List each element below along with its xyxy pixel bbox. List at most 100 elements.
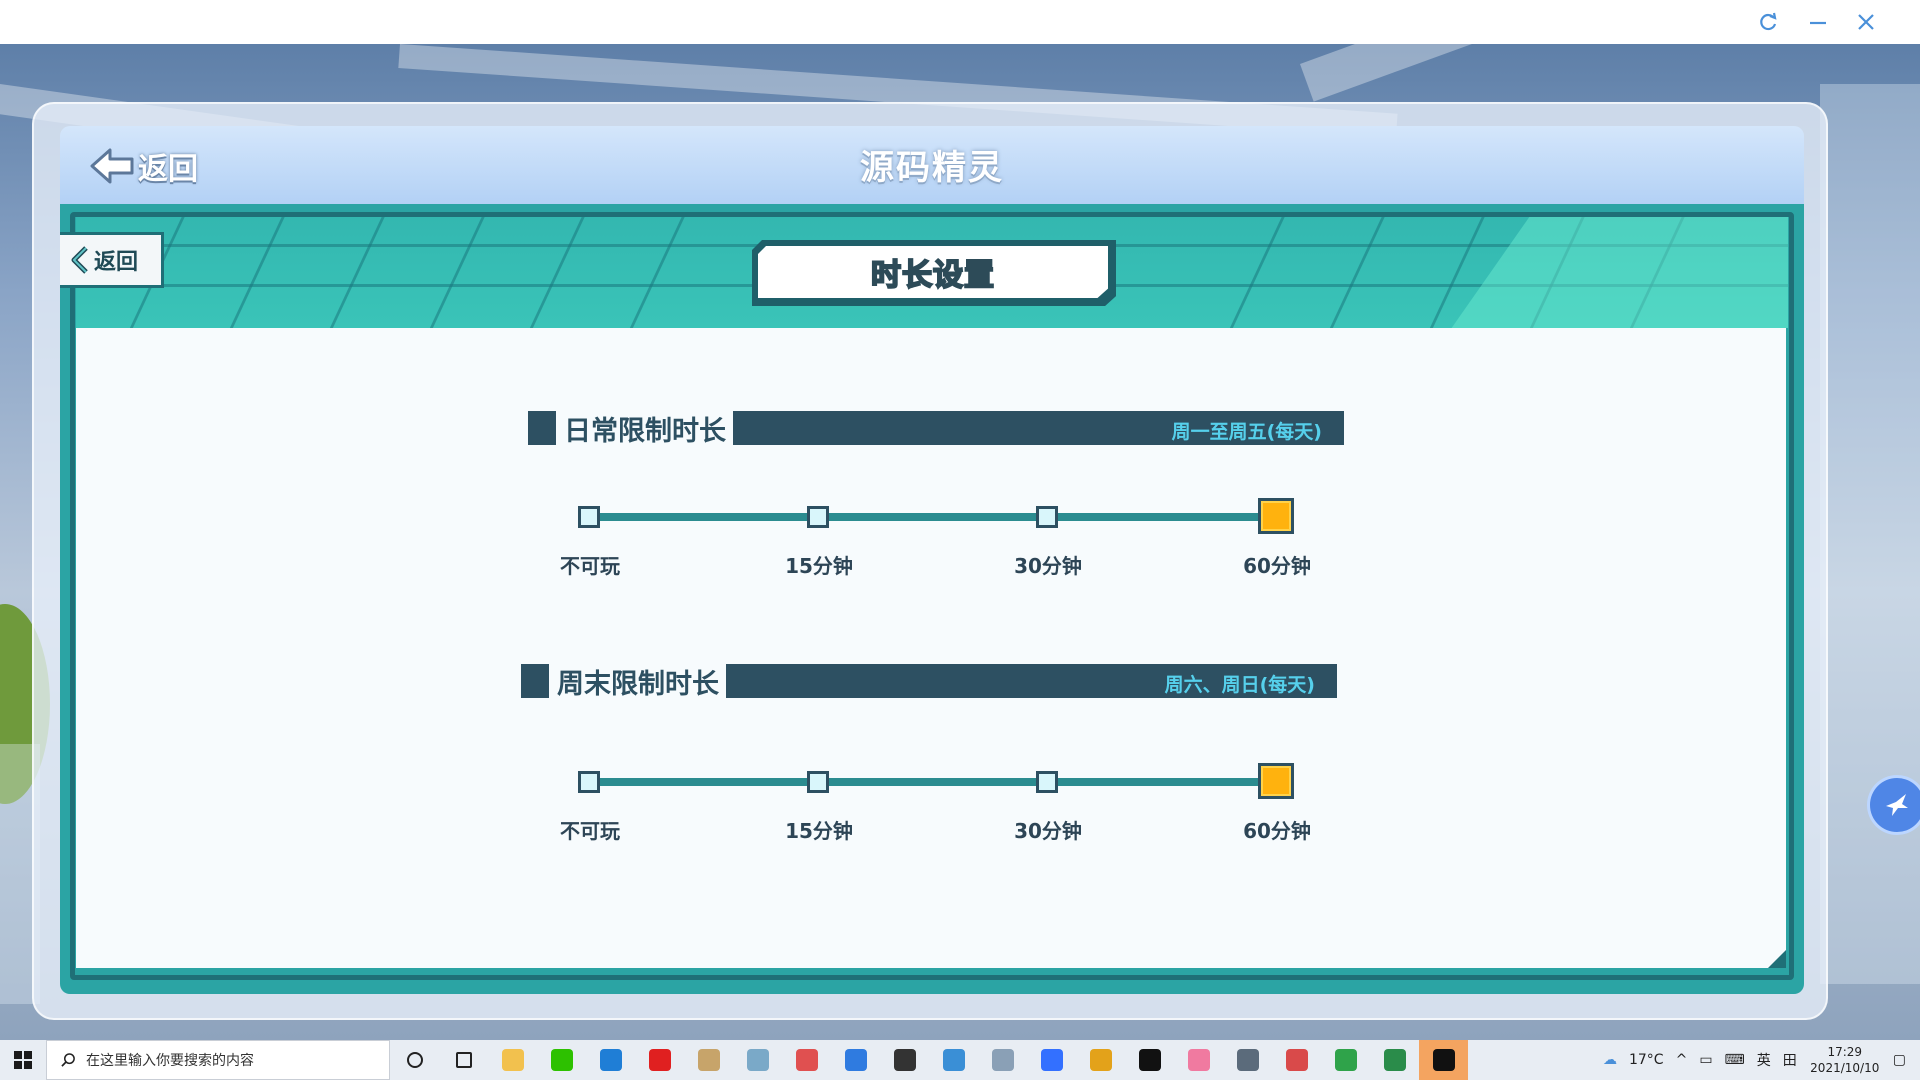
keyboard-icon[interactable]: ⌨ [1725, 1052, 1745, 1068]
paint-icon [697, 1049, 720, 1071]
option-label[interactable]: 15分钟 [759, 550, 879, 579]
settings-icon [893, 1049, 916, 1071]
windows-logo-icon [14, 1051, 32, 1069]
clock[interactable]: 17:29 2021/10/10 [1803, 1044, 1887, 1076]
taskbar-apps [390, 1040, 1468, 1080]
weather-temp[interactable]: 17°C [1629, 1052, 1664, 1068]
taskbar-app[interactable] [1076, 1040, 1125, 1080]
taskbar: 在这里输入你要搜索的内容 ☁ 17°C ^ ▭ ⌨ 英 田 17:29 2021… [0, 1040, 1920, 1080]
section-title-box: 时长设置 [758, 246, 1108, 298]
option-label[interactable]: 60分钟 [1217, 550, 1337, 579]
weekday-limit-header: 日常限制时长 周一至周五(每天) [528, 411, 1344, 447]
panel-back-label: 返回 [94, 250, 139, 275]
taskbar-app[interactable] [1027, 1040, 1076, 1080]
notes-icon [746, 1049, 769, 1071]
floating-assistant-button[interactable] [1870, 778, 1920, 832]
option-node-15min[interactable] [807, 506, 829, 528]
game-icon [1187, 1049, 1210, 1071]
remote-desktop-icon [942, 1049, 965, 1071]
panel-back-button[interactable]: 返回 [60, 232, 164, 288]
chrome-icon [1089, 1049, 1112, 1071]
ime-mode-icon[interactable]: 田 [1783, 1050, 1797, 1070]
search-placeholder: 在这里输入你要搜索的内容 [86, 1053, 254, 1069]
slider-track [590, 513, 1277, 521]
option-node-none[interactable] [578, 506, 600, 528]
weather-icon[interactable]: ☁ [1603, 1052, 1617, 1068]
taskbar-app[interactable] [929, 1040, 978, 1080]
bird-icon [1886, 794, 1908, 816]
clock-time: 17:29 [1827, 1045, 1863, 1059]
tray-expand-icon[interactable]: ^ [1676, 1052, 1688, 1068]
taskbar-app[interactable] [488, 1040, 537, 1080]
weekday-duration-slider[interactable]: 不可玩 15分钟 30分钟 60分钟 [560, 498, 1311, 582]
taskbar-search-box[interactable]: 在这里输入你要搜索的内容 [46, 1040, 390, 1080]
weekend-limit-days: 周六、周日(每天) [1164, 674, 1315, 696]
ime-indicator[interactable]: 英 [1757, 1050, 1771, 1070]
weekend-limit-header: 周末限制时长 周六、周日(每天) [521, 664, 1337, 700]
taskbar-app[interactable] [1174, 1040, 1223, 1080]
qq-icon [1432, 1049, 1455, 1071]
refresh-icon[interactable] [1750, 4, 1786, 40]
weekend-limit-label: 周末限制时长 [557, 669, 719, 700]
weekend-limit-bar: 周六、周日(每天) [726, 664, 1337, 698]
taskbar-app[interactable] [390, 1040, 439, 1080]
search-icon [61, 1052, 75, 1067]
option-node-60min[interactable] [1258, 498, 1294, 534]
chevron-left-icon [71, 246, 88, 274]
youdao-icon [648, 1049, 671, 1071]
option-label[interactable]: 30分钟 [988, 815, 1108, 844]
app-header: 返回 源码精灵 [60, 126, 1804, 204]
taskbar-app[interactable] [978, 1040, 1027, 1080]
taskbar-app[interactable] [684, 1040, 733, 1080]
taskbar-app[interactable] [782, 1040, 831, 1080]
k-app-icon [844, 1049, 867, 1071]
taskbar-app[interactable] [537, 1040, 586, 1080]
browser-icon [1334, 1049, 1357, 1071]
taskbar-app[interactable] [1272, 1040, 1321, 1080]
mascot-app-icon [795, 1049, 818, 1071]
taskbar-app[interactable] [1321, 1040, 1370, 1080]
taskbar-app[interactable] [880, 1040, 929, 1080]
taskbar-app[interactable] [439, 1040, 488, 1080]
taskbar-app[interactable] [1419, 1040, 1468, 1080]
option-node-15min[interactable] [807, 771, 829, 793]
weekday-limit-label: 日常限制时长 [564, 416, 726, 447]
terminal-icon [1138, 1049, 1161, 1071]
cortana-icon [406, 1052, 423, 1068]
slider-track [590, 778, 1277, 786]
photos-icon [991, 1049, 1014, 1071]
taskbar-app[interactable] [635, 1040, 684, 1080]
close-icon[interactable] [1848, 4, 1884, 40]
option-label[interactable]: 不可玩 [530, 815, 650, 844]
feishu-icon [1040, 1049, 1063, 1071]
option-label[interactable]: 30分钟 [988, 550, 1108, 579]
taskbar-app[interactable] [586, 1040, 635, 1080]
taskbar-app[interactable] [1370, 1040, 1419, 1080]
taskbar-app[interactable] [1125, 1040, 1174, 1080]
option-node-30min[interactable] [1036, 506, 1058, 528]
minimize-icon[interactable] [1800, 4, 1836, 40]
option-label[interactable]: 15分钟 [759, 815, 879, 844]
option-node-60min[interactable] [1258, 763, 1294, 799]
taskbar-app[interactable] [831, 1040, 880, 1080]
notification-icon[interactable]: ▢ [1893, 1052, 1906, 1068]
app-title: 源码精灵 [860, 148, 1004, 188]
section-marker [521, 664, 549, 698]
task-view-icon [455, 1052, 472, 1068]
taskbar-app[interactable] [1223, 1040, 1272, 1080]
option-label[interactable]: 不可玩 [530, 550, 650, 579]
option-node-none[interactable] [578, 771, 600, 793]
option-node-30min[interactable] [1036, 771, 1058, 793]
taskbar-app[interactable] [733, 1040, 782, 1080]
globe-icon [1383, 1049, 1406, 1071]
start-button[interactable] [0, 1040, 46, 1080]
wechat-icon [550, 1049, 573, 1071]
source-genie-icon [1285, 1049, 1308, 1071]
weekend-duration-slider[interactable]: 不可玩 15分钟 30分钟 60分钟 [560, 763, 1311, 847]
edge-icon [599, 1049, 622, 1071]
file-explorer-icon [501, 1049, 524, 1071]
network-icon[interactable]: ▭ [1699, 1052, 1712, 1068]
option-label[interactable]: 60分钟 [1217, 815, 1337, 844]
clock-date: 2021/10/10 [1810, 1061, 1880, 1075]
weekday-limit-days: 周一至周五(每天) [1171, 421, 1322, 443]
